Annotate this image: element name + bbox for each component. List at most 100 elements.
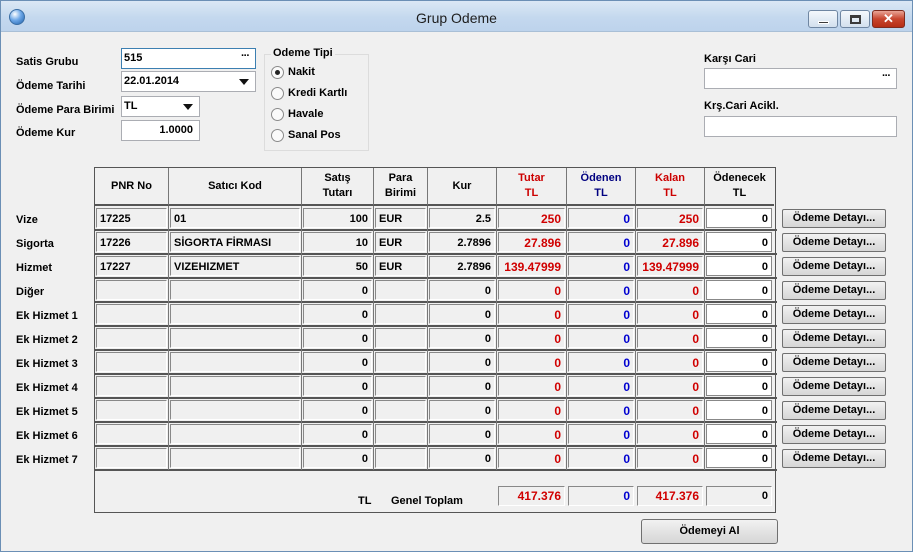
cell-odenen: 0 <box>568 400 634 420</box>
karsi-cari-field[interactable]: ··· <box>704 68 897 89</box>
odeme-detayi-button[interactable]: Ödeme Detayı... <box>782 233 886 252</box>
table-row <box>95 445 777 447</box>
column-header-kur[interactable]: Kur <box>428 168 497 206</box>
cell-odenecek[interactable]: 0 <box>706 304 772 324</box>
total-tutar: 417.376 <box>498 486 565 506</box>
column-header-satis[interactable]: Satış Tutarı <box>302 168 374 206</box>
odeme-detayi-button[interactable]: Ödeme Detayı... <box>782 305 886 324</box>
cell-pnr: 17226 <box>96 232 167 252</box>
cell-para <box>375 352 426 372</box>
odeme-detayi-button[interactable]: Ödeme Detayı... <box>782 281 886 300</box>
column-divider <box>168 206 169 470</box>
column-header-text: Tutar <box>518 172 545 184</box>
close-button[interactable]: ✕ <box>872 10 905 28</box>
chevron-down-icon[interactable] <box>239 79 249 85</box>
odeme-detayi-button[interactable]: Ödeme Detayı... <box>782 425 886 444</box>
cell-para <box>375 304 426 324</box>
column-divider <box>373 206 374 470</box>
cell-para <box>375 280 426 300</box>
karsi-cari-browse-button[interactable]: ··· <box>876 69 896 88</box>
cell-kur: 0 <box>429 304 495 324</box>
cell-tutar: 27.896 <box>498 232 565 252</box>
table-row <box>95 253 777 255</box>
column-header-kalan[interactable]: Kalan TL <box>636 168 705 206</box>
column-header-text: Tutarı <box>322 187 353 199</box>
row-label: Ek Hizmet 6 <box>16 430 78 442</box>
cell-kur: 0 <box>429 280 495 300</box>
column-header-odenecek[interactable]: Ödenecek TL <box>705 168 774 206</box>
odeme-detayi-button[interactable]: Ödeme Detayı... <box>782 257 886 276</box>
para-birimi-label: Ödeme Para Birimi <box>16 104 115 116</box>
odeme-detayi-button[interactable]: Ödeme Detayı... <box>782 377 886 396</box>
cell-odenen: 0 <box>568 352 634 372</box>
column-header-para[interactable]: Para Birimi <box>374 168 428 206</box>
column-header-odenen[interactable]: Ödenen TL <box>567 168 636 206</box>
cell-satici <box>170 280 300 300</box>
satis-grubu-browse-button[interactable]: ··· <box>235 49 255 68</box>
cell-satis: 0 <box>303 376 372 396</box>
cell-odenecek[interactable]: 0 <box>706 424 772 444</box>
table-row <box>95 469 777 471</box>
maximize-button[interactable] <box>840 10 870 28</box>
odeme-kur-value: 1.0000 <box>159 124 193 136</box>
cell-tutar: 0 <box>498 424 565 444</box>
column-header-satici[interactable]: Satıcı Kod <box>169 168 302 206</box>
odeme-tarihi-label: Ödeme Tarihi <box>16 80 86 92</box>
radio-unselected-icon[interactable] <box>271 129 284 142</box>
cell-odenecek[interactable]: 0 <box>706 256 772 276</box>
odeme-kur-field[interactable]: 1.0000 <box>121 120 200 141</box>
column-header-pnr[interactable]: PNR No <box>95 168 169 206</box>
satis-grubu-field[interactable]: 515 ··· <box>121 48 256 69</box>
cell-odenecek[interactable]: 0 <box>706 208 772 228</box>
table-row <box>95 373 777 375</box>
title-bar[interactable]: Grup Odeme ✕ <box>1 1 912 32</box>
cell-odenen: 0 <box>568 304 634 324</box>
cell-odenecek[interactable]: 0 <box>706 280 772 300</box>
cell-odenecek[interactable]: 0 <box>706 376 772 396</box>
cell-kur: 0 <box>429 352 495 372</box>
odeme-tarihi-picker[interactable]: 22.01.2014 <box>121 71 256 92</box>
column-divider <box>566 206 567 470</box>
odeme-detayi-button[interactable]: Ödeme Detayı... <box>782 353 886 372</box>
row-label: Ek Hizmet 5 <box>16 406 78 418</box>
cell-satis: 0 <box>303 448 372 468</box>
cell-satici <box>170 400 300 420</box>
column-header-tutar[interactable]: Tutar TL <box>497 168 567 206</box>
row-label: Vize <box>16 214 38 226</box>
cari-aciklama-label: Krş.Cari Acikl. <box>704 100 779 112</box>
odeme-detayi-button[interactable]: Ödeme Detayı... <box>782 329 886 348</box>
cell-para: EUR <box>375 208 426 228</box>
column-header-text: TL <box>732 187 747 199</box>
cell-odenecek[interactable]: 0 <box>706 448 772 468</box>
minimize-button[interactable] <box>808 10 838 28</box>
cell-odenen: 0 <box>568 328 634 348</box>
cell-kalan: 250 <box>637 208 703 228</box>
odeme-detayi-button[interactable]: Ödeme Detayı... <box>782 209 886 228</box>
cell-pnr <box>96 376 167 396</box>
cell-para <box>375 448 426 468</box>
radio-selected-icon[interactable] <box>271 66 284 79</box>
cell-odenecek[interactable]: 0 <box>706 328 772 348</box>
chevron-down-icon[interactable] <box>183 104 193 110</box>
odeme-detayi-button[interactable]: Ödeme Detayı... <box>782 401 886 420</box>
cell-odenecek[interactable]: 0 <box>706 400 772 420</box>
cell-kalan: 0 <box>637 280 703 300</box>
cell-satis: 0 <box>303 352 372 372</box>
radio-unselected-icon[interactable] <box>271 108 284 121</box>
cell-kalan: 27.896 <box>637 232 703 252</box>
cell-tutar: 250 <box>498 208 565 228</box>
odeme-al-button[interactable]: Ödemeyi Al <box>641 519 778 544</box>
cell-odenen: 0 <box>568 376 634 396</box>
column-header-text: Ödenecek <box>713 172 766 184</box>
cell-satis: 10 <box>303 232 372 252</box>
para-birimi-select[interactable]: TL <box>121 96 200 117</box>
cell-tutar: 0 <box>498 304 565 324</box>
cell-odenecek[interactable]: 0 <box>706 352 772 372</box>
column-header-text: Satış <box>324 172 351 184</box>
cari-aciklama-field[interactable] <box>704 116 897 137</box>
cell-tutar: 0 <box>498 280 565 300</box>
odeme-detayi-button[interactable]: Ödeme Detayı... <box>782 449 886 468</box>
cell-odenecek[interactable]: 0 <box>706 232 772 252</box>
cell-pnr <box>96 448 167 468</box>
radio-unselected-icon[interactable] <box>271 87 284 100</box>
